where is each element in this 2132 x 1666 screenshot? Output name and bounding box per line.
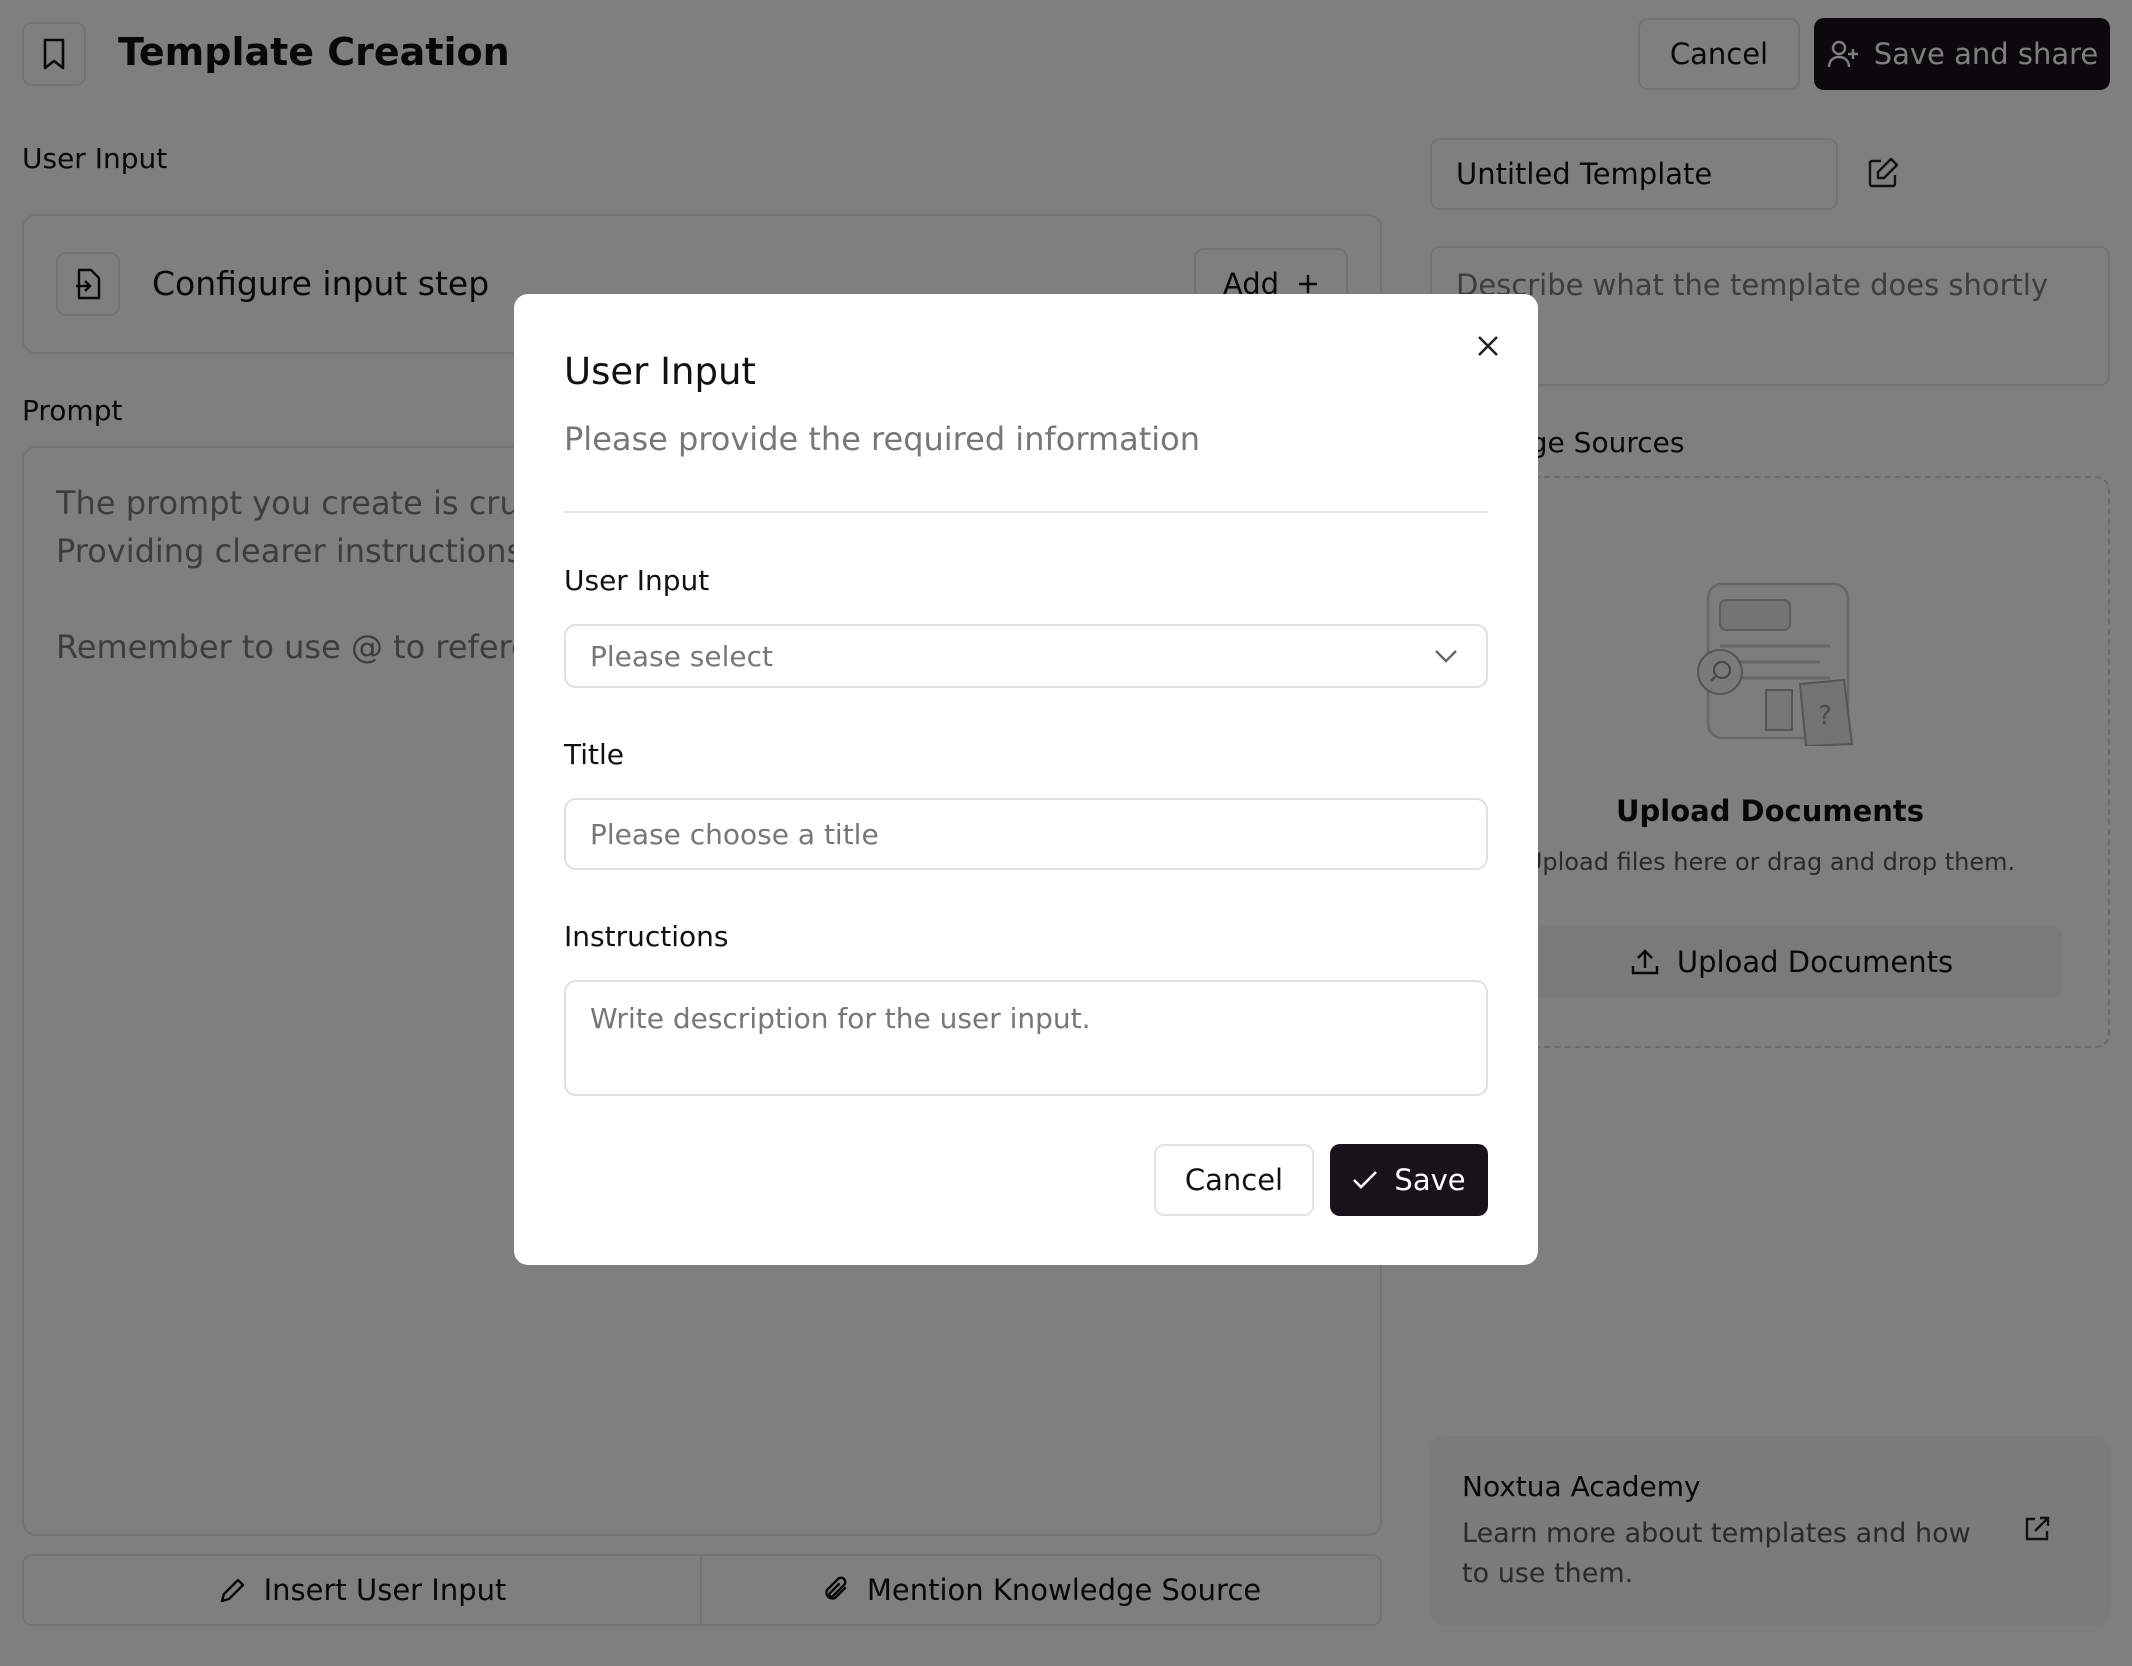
modal-close-button[interactable] [1472, 330, 1504, 362]
close-icon [1476, 334, 1500, 358]
modal-title: User Input [564, 350, 756, 393]
user-input-select-value: Please select [590, 639, 773, 673]
modal-subtitle: Please provide the required information [564, 420, 1200, 458]
instructions-textarea[interactable]: Write description for the user input. [564, 980, 1488, 1096]
title-field-label: Title [564, 738, 625, 771]
check-icon [1352, 1170, 1378, 1190]
title-input-placeholder: Please choose a title [590, 817, 879, 851]
user-input-field-label: User Input [564, 564, 710, 597]
modal-divider [564, 511, 1488, 513]
instructions-field-label: Instructions [564, 920, 729, 953]
user-input-select[interactable]: Please select [564, 624, 1488, 688]
modal-cancel-button[interactable]: Cancel [1154, 1144, 1314, 1216]
modal-save-label: Save [1394, 1163, 1466, 1197]
instructions-placeholder: Write description for the user input. [590, 1002, 1091, 1035]
chevron-down-icon [1434, 649, 1458, 663]
modal-save-button[interactable]: Save [1330, 1144, 1488, 1216]
title-input[interactable]: Please choose a title [564, 798, 1488, 870]
